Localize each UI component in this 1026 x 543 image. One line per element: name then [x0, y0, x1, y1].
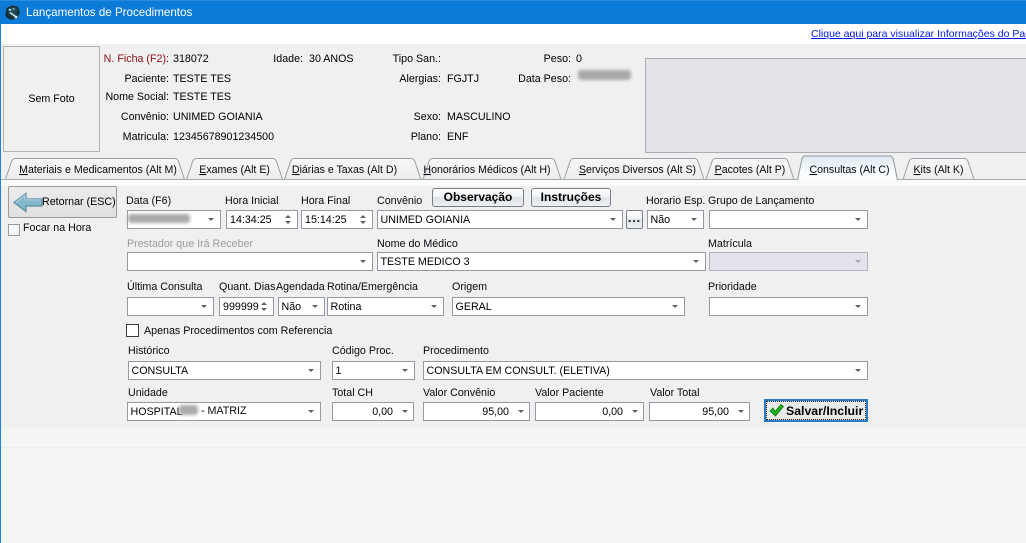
svg-text:Consultas (Alt C): Consultas (Alt C) — [809, 164, 889, 176]
svg-text:Diárias e Taxas (Alt D): Diárias e Taxas (Alt D) — [292, 164, 397, 176]
svg-text:Honorários Médicos (Alt H): Honorários Médicos (Alt H) — [423, 164, 550, 176]
svg-text:Serviços Diversos (Alt S): Serviços Diversos (Alt S) — [579, 164, 696, 176]
svg-text:Kits (Alt K): Kits (Alt K) — [913, 164, 963, 176]
svg-text:Materiais e Medicamentos (Alt: Materiais e Medicamentos (Alt M) — [19, 164, 177, 176]
svg-text:Pacotes (Alt P): Pacotes (Alt P) — [715, 164, 786, 176]
svg-text:Exames (Alt E): Exames (Alt E) — [199, 164, 270, 176]
